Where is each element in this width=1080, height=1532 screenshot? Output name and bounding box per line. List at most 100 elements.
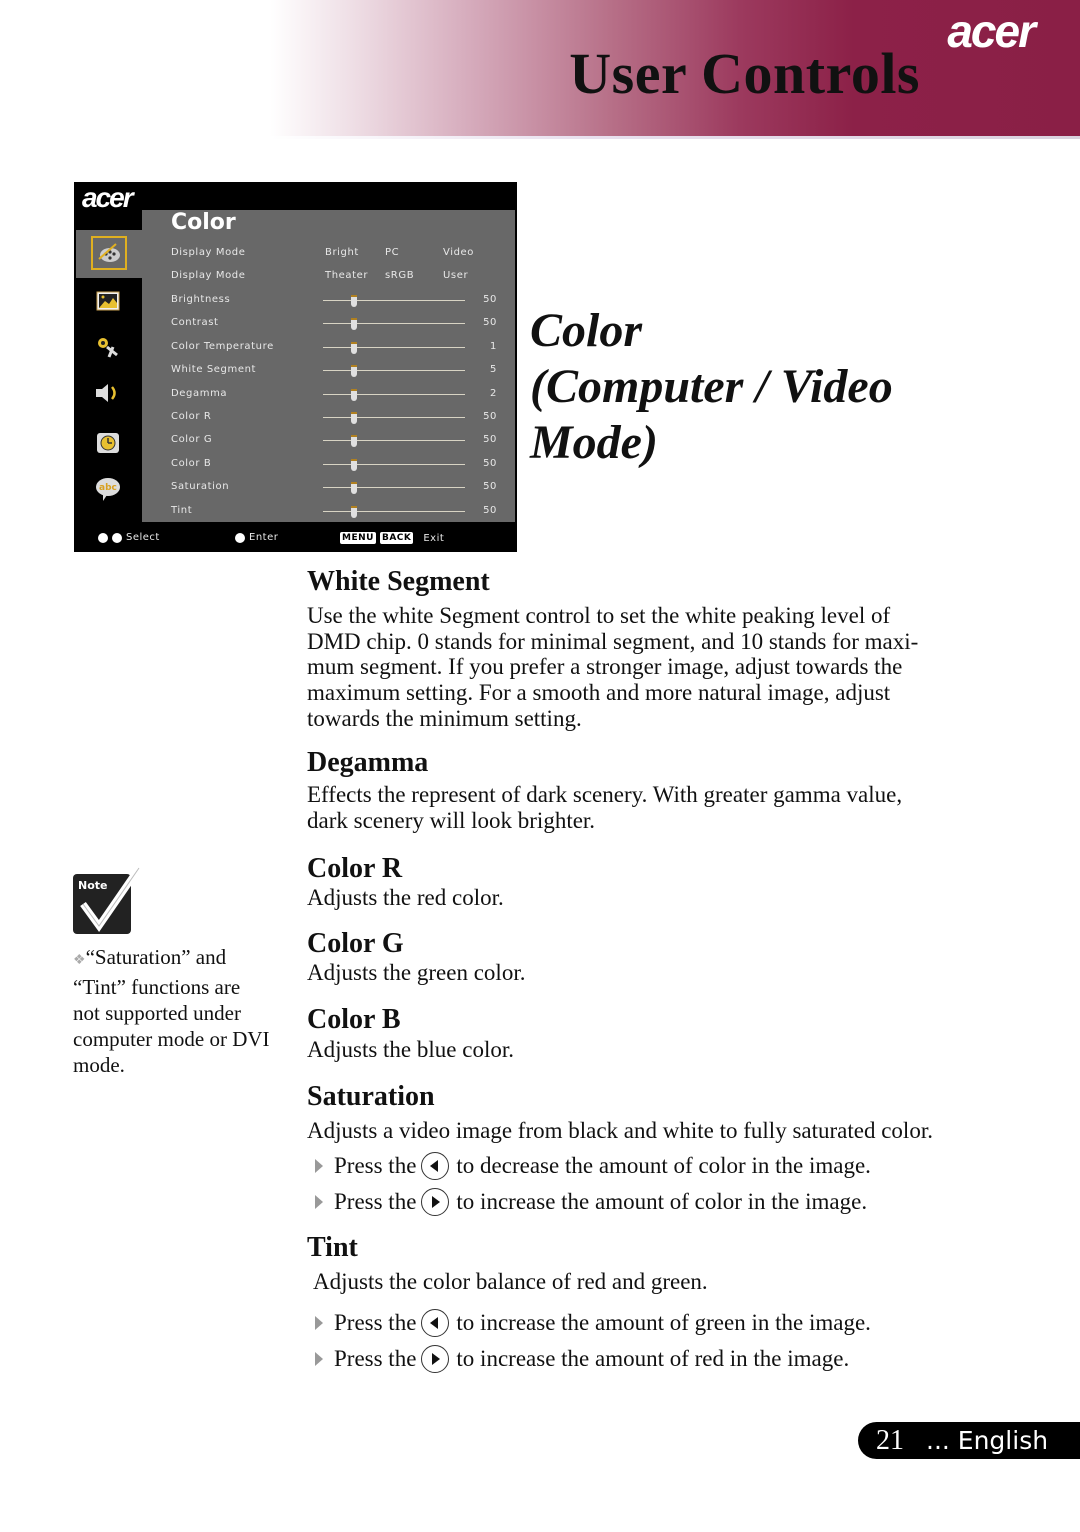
osd-menu-title: Color (171, 210, 236, 235)
bullet-arrow-icon (315, 1195, 323, 1209)
osd-slider-row-color-r[interactable]: Color R 50 (171, 411, 501, 425)
color-palette-icon[interactable] (91, 236, 127, 270)
banner-divider (270, 136, 1080, 139)
osd-slider-value: 50 (483, 504, 497, 516)
acer-logo: acer (947, 5, 1036, 57)
language-label: ... English (926, 1426, 1049, 1455)
osd-exit-label: Exit (423, 532, 445, 544)
osd-option-video[interactable]: Video (443, 247, 474, 258)
section-title: Degamma (307, 747, 429, 778)
osd-option-theater[interactable]: Theater (325, 270, 368, 281)
note-text: ❖“Saturation” and “Tint” functions are n… (73, 944, 293, 1078)
osd-slider-value: 1 (490, 340, 497, 352)
osd-row-display-mode-1[interactable]: Display Mode Bright PC Video (171, 247, 501, 261)
osd-slider-thumb[interactable] (351, 482, 358, 495)
osd-slider-thumb[interactable] (351, 295, 358, 307)
osd-slider-row-contrast[interactable]: Contrast 50 (171, 317, 501, 331)
osd-option-pc[interactable]: PC (385, 247, 399, 258)
body-line: Use the white Segment control to set the… (307, 603, 891, 628)
osd-slider-track[interactable] (323, 487, 465, 489)
audio-icon[interactable] (94, 380, 122, 406)
bullet-suffix: to increase the amount of color in the i… (456, 1189, 868, 1214)
saturation-bullet-increase: Press the to increase the amount of colo… (315, 1188, 867, 1216)
osd-slider-value: 50 (483, 411, 497, 422)
osd-option-srgb[interactable]: sRGB (385, 270, 414, 281)
image-icon[interactable] (94, 288, 122, 314)
osd-row-label: Tint (171, 504, 193, 516)
osd-slider-track[interactable] (323, 323, 465, 325)
bullet-suffix: to increase the amount of green in the i… (456, 1310, 871, 1335)
osd-option-bright[interactable]: Bright (325, 247, 359, 258)
language-icon[interactable]: abc (94, 476, 122, 502)
note-line: “Saturation” and (85, 945, 227, 969)
bullet-prefix: Press the (334, 1153, 417, 1178)
osd-row-label: White Segment (171, 364, 257, 376)
note-line: “Tint” functions are (73, 975, 241, 999)
osd-slider-thumb[interactable] (351, 435, 358, 448)
right-button-icon (421, 1345, 450, 1373)
section-title: Color R (307, 853, 403, 884)
osd-row-label: Display Mode (171, 270, 246, 281)
osd-row-label: Degamma (171, 387, 228, 399)
osd-slider-row-tint[interactable]: Tint 50 (171, 505, 501, 519)
osd-slider-row-color-b[interactable]: Color B 50 (171, 458, 501, 472)
timer-icon[interactable] (94, 430, 122, 456)
osd-slider-track[interactable] (323, 393, 465, 395)
note-line: mode. (73, 1053, 125, 1077)
osd-slider-value: 2 (490, 387, 497, 399)
diamond-bullet-icon: ❖ (73, 953, 86, 968)
left-button-icon (421, 1152, 450, 1180)
osd-slider-track[interactable] (323, 463, 465, 465)
osd-slider-thumb[interactable] (351, 412, 358, 424)
section-body: Use the white Segment control to set the… (307, 603, 1007, 732)
section-title: Color B (307, 1004, 401, 1035)
section-body: Adjusts the blue color. (307, 1037, 514, 1062)
osd-row-label: Contrast (171, 317, 219, 329)
osd-slider-track[interactable] (323, 370, 465, 372)
osd-option-user[interactable]: User (443, 270, 468, 281)
section-body: Effects the represent of dark scenery. W… (307, 782, 1007, 833)
bullet-prefix: Press the (334, 1310, 417, 1335)
section-body: Adjusts the red color. (307, 885, 504, 910)
note-line: not supported under (73, 1001, 241, 1025)
osd-select-label: Select (126, 532, 160, 543)
down-arrow-icon (112, 532, 122, 543)
osd-slider-track[interactable] (323, 510, 465, 512)
enter-icon (235, 532, 245, 543)
page-title: User Controls (569, 41, 920, 106)
osd-slider-row-white-segment[interactable]: White Segment 5 (171, 364, 501, 378)
osd-row-label: Saturation (171, 481, 230, 493)
bullet-prefix: Press the (334, 1346, 417, 1371)
section-saturation: Saturation Adjusts a video image from bl… (307, 1081, 1007, 1144)
osd-slider-row-saturation[interactable]: Saturation 50 (171, 481, 501, 495)
osd-slider-row-color-g[interactable]: Color G 50 (171, 434, 501, 448)
section-white-segment: White Segment Use the white Segment cont… (307, 566, 1007, 732)
section-title: Color G (307, 928, 404, 959)
osd-slider-track[interactable] (323, 300, 465, 301)
osd-slider-thumb[interactable] (351, 388, 358, 401)
osd-slider-track[interactable] (323, 417, 465, 418)
osd-slider-thumb[interactable] (351, 341, 358, 354)
osd-slider-thumb[interactable] (351, 505, 358, 518)
bullet-arrow-icon (315, 1352, 323, 1366)
osd-slider-row-color-temperature[interactable]: Color Temperature 1 (171, 341, 501, 355)
section-color-g: Color G Adjusts the green color. (307, 928, 1007, 986)
left-button-icon (421, 1309, 450, 1337)
osd-row-label: Brightness (171, 294, 231, 305)
osd-slider-row-degamma[interactable]: Degamma 2 (171, 388, 501, 402)
osd-row-display-mode-2[interactable]: Display Mode Theater sRGB User (171, 270, 501, 284)
osd-footer: Select Enter MENU BACK Exit (74, 530, 517, 548)
osd-slider-track[interactable] (323, 346, 465, 348)
menu-key-badge: MENU (340, 532, 376, 544)
back-key-badge: BACK (379, 532, 414, 544)
osd-slider-track[interactable] (323, 440, 465, 442)
section-body: Adjusts a video image from black and whi… (307, 1118, 933, 1143)
note-icon: Note (73, 866, 145, 936)
osd-slider-row-brightness[interactable]: Brightness 50 (171, 294, 501, 308)
osd-slider-thumb[interactable] (351, 365, 358, 378)
osd-slider-thumb[interactable] (351, 458, 358, 471)
bullet-suffix: to decrease the amount of color in the i… (456, 1153, 871, 1178)
caption-line: (Computer / Video (530, 360, 893, 413)
settings-icon[interactable] (94, 334, 122, 360)
osd-slider-thumb[interactable] (351, 318, 358, 331)
